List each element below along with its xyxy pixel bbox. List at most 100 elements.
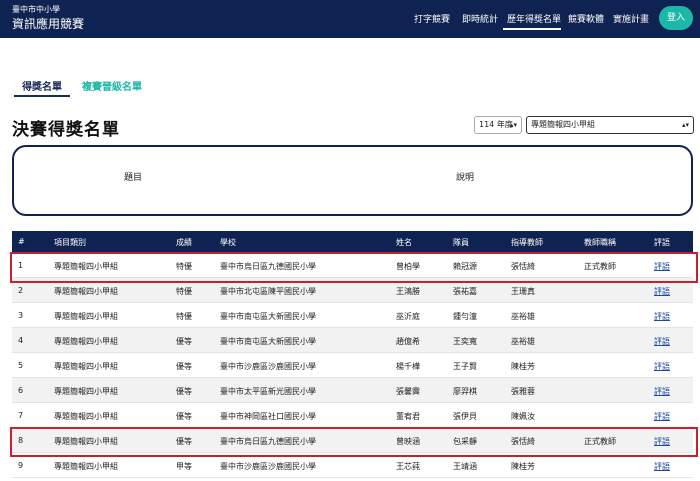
cell-teacher: 陳桂芳 — [511, 462, 535, 471]
table-row: 9 專題簡報四小甲組 甲等 臺中市沙鹿區沙鹿國民小學 王芯莼 王靖涵 陳桂芳 評語 — [12, 453, 693, 478]
cell-index: 4 — [18, 336, 24, 345]
cell-result: 特優 — [176, 287, 192, 296]
cell-school: 臺中市北屯區陳平國民小學 — [220, 287, 316, 296]
brand-subtitle[interactable]: 臺中市中小學 — [12, 4, 60, 15]
cell-category: 專題簡報四小甲組 — [54, 412, 118, 421]
nav-live-stats[interactable]: 即時統計 — [462, 12, 498, 25]
cell-category: 專題簡報四小甲組 — [54, 387, 118, 396]
top-navbar: 臺中市中小學 資訊應用競賽 打字競賽 即時統計 歷年得獎名單 競賽軟體 實施計畫… — [0, 0, 700, 38]
cell-index: 8 — [18, 436, 24, 445]
year-select[interactable]: 114 年度 ▴▾ — [474, 116, 522, 134]
cell-teacher: 陳姵汝 — [511, 412, 535, 421]
cell-category: 專題簡報四小甲組 — [54, 287, 118, 296]
table-row: 7 專題簡報四小甲組 優等 臺中市神岡區社口國民小學 董宥君 張伊貝 陳姵汝 評語 — [12, 403, 693, 428]
nav-contest-software[interactable]: 競賽軟體 — [568, 12, 604, 25]
nav-past-winners[interactable]: 歷年得獎名單 — [507, 12, 561, 25]
cell-teammate: 鍾勻潼 — [453, 312, 477, 321]
cell-teammate: 王子賢 — [453, 362, 477, 371]
cell-teacher: 陳桂芳 — [511, 362, 535, 371]
cell-name: 王芯莼 — [396, 462, 420, 471]
col-header-teacher: 指導教師 — [511, 238, 543, 247]
tab-winners[interactable]: 得獎名單 — [14, 78, 70, 93]
cell-school: 臺中市沙鹿區沙鹿國民小學 — [220, 462, 316, 471]
cell-result: 優等 — [176, 412, 192, 421]
cell-school: 臺中市神岡區社口國民小學 — [220, 412, 316, 421]
comments-link[interactable]: 評語 — [654, 411, 670, 422]
comments-link[interactable]: 評語 — [654, 361, 670, 372]
cell-category: 專題簡報四小甲組 — [54, 312, 118, 321]
cell-name: 曾映涵 — [396, 437, 420, 446]
info-description-heading: 說明 — [456, 173, 475, 183]
winners-table: # 項目類別 成績 學校 姓名 隊員 指導教師 教師職稱 評語 1 專題簡報四小甲… — [12, 231, 693, 478]
nav-typing-contest[interactable]: 打字競賽 — [414, 12, 450, 25]
col-header-teammate: 隊員 — [453, 238, 469, 247]
chevron-updown-icon: ▴▾ — [681, 121, 689, 129]
topic-info-box: 題目 說明 — [12, 145, 693, 216]
cell-teacher: 王珊真 — [511, 287, 535, 296]
cell-school: 臺中市南屯區大新國民小學 — [220, 312, 316, 321]
cell-teammate: 廖羿棋 — [453, 387, 477, 396]
comments-link[interactable]: 評語 — [654, 436, 670, 447]
col-header-result: 成績 — [176, 238, 192, 247]
cell-category: 專題簡報四小甲組 — [54, 362, 118, 371]
cell-teacher: 張雅蓉 — [511, 387, 535, 396]
login-button[interactable]: 登入 — [659, 6, 693, 30]
comments-link[interactable]: 評語 — [654, 386, 670, 397]
year-select-value: 114 年度 — [479, 120, 513, 129]
cell-result: 特優 — [176, 262, 192, 271]
table-row: 8 專題簡報四小甲組 優等 臺中市烏日區九德國民小學 曾映涵 包采靜 張恬綺 正式教師 評語 — [12, 428, 693, 453]
cell-result: 特優 — [176, 312, 192, 321]
cell-name: 楊千樺 — [396, 362, 420, 371]
table-row: 5 專題簡報四小甲組 優等 臺中市沙鹿區沙鹿國民小學 楊千樺 王子賢 陳桂芳 評語 — [12, 353, 693, 378]
cell-school: 臺中市沙鹿區沙鹿國民小學 — [220, 362, 316, 371]
cell-category: 專題簡報四小甲組 — [54, 437, 118, 446]
cell-index: 5 — [18, 361, 24, 370]
cell-index: 2 — [18, 286, 24, 295]
tab-semifinal-advancers[interactable]: 複賽晉級名單 — [82, 78, 142, 93]
category-select[interactable]: 專題簡報四小甲組 ▴▾ — [526, 116, 694, 134]
cell-teacher: 巫裕雄 — [511, 312, 535, 321]
table-header: # 項目類別 成績 學校 姓名 隊員 指導教師 教師職稱 評語 — [12, 231, 693, 253]
col-header-name: 姓名 — [396, 238, 412, 247]
cell-school: 臺中市南屯區大新國民小學 — [220, 337, 316, 346]
cell-name: 巫沂庭 — [396, 312, 420, 321]
cell-teammate: 賴冠源 — [453, 262, 477, 271]
cell-name: 董宥君 — [396, 412, 420, 421]
page-title: 決賽得獎名單 — [12, 120, 120, 140]
comments-link[interactable]: 評語 — [654, 336, 670, 347]
col-header-category: 項目類別 — [54, 238, 86, 247]
table-body: 1 專題簡報四小甲組 特優 臺中市烏日區九德國民小學 曾柏學 賴冠源 張恬綺 正式教師 評語 2 專… — [12, 253, 693, 478]
col-header-school: 學校 — [220, 238, 236, 247]
cell-teacher: 張恬綺 — [511, 262, 535, 271]
cell-teammate: 張祐嘉 — [453, 287, 477, 296]
cell-index: 6 — [18, 386, 24, 395]
comments-link[interactable]: 評語 — [654, 261, 670, 272]
comments-link[interactable]: 評語 — [654, 286, 670, 297]
chevron-updown-icon: ▴▾ — [509, 121, 517, 129]
cell-teammate: 包采靜 — [453, 437, 477, 446]
cell-result: 優等 — [176, 387, 192, 396]
cell-index: 9 — [18, 461, 24, 470]
cell-result: 優等 — [176, 362, 192, 371]
cell-category: 專題簡報四小甲組 — [54, 462, 118, 471]
cell-category: 專題簡報四小甲組 — [54, 262, 118, 271]
cell-result: 甲等 — [176, 462, 192, 471]
comments-link[interactable]: 評語 — [654, 461, 670, 472]
nav-active-indicator — [503, 28, 561, 30]
comments-link[interactable]: 評語 — [654, 311, 670, 322]
col-header-index: # — [18, 237, 25, 246]
cell-name: 趙億希 — [396, 337, 420, 346]
cell-index: 3 — [18, 311, 24, 320]
cell-result: 優等 — [176, 437, 192, 446]
col-header-teacher-title: 教師職稱 — [584, 238, 616, 247]
cell-school: 臺中市烏日區九德國民小學 — [220, 437, 316, 446]
cell-result: 優等 — [176, 337, 192, 346]
nav-plan[interactable]: 實施計畫 — [613, 12, 649, 25]
cell-teacher-title: 正式教師 — [584, 262, 616, 271]
cell-teacher-title: 正式教師 — [584, 437, 616, 446]
cell-index: 7 — [18, 411, 24, 420]
table-row: 2 專題簡報四小甲組 特優 臺中市北屯區陳平國民小學 王鴻勝 張祐嘉 王珊真 評語 — [12, 278, 693, 303]
cell-name: 曾柏學 — [396, 262, 420, 271]
brand-title[interactable]: 資訊應用競賽 — [12, 15, 84, 32]
cell-school: 臺中市烏日區九德國民小學 — [220, 262, 316, 271]
